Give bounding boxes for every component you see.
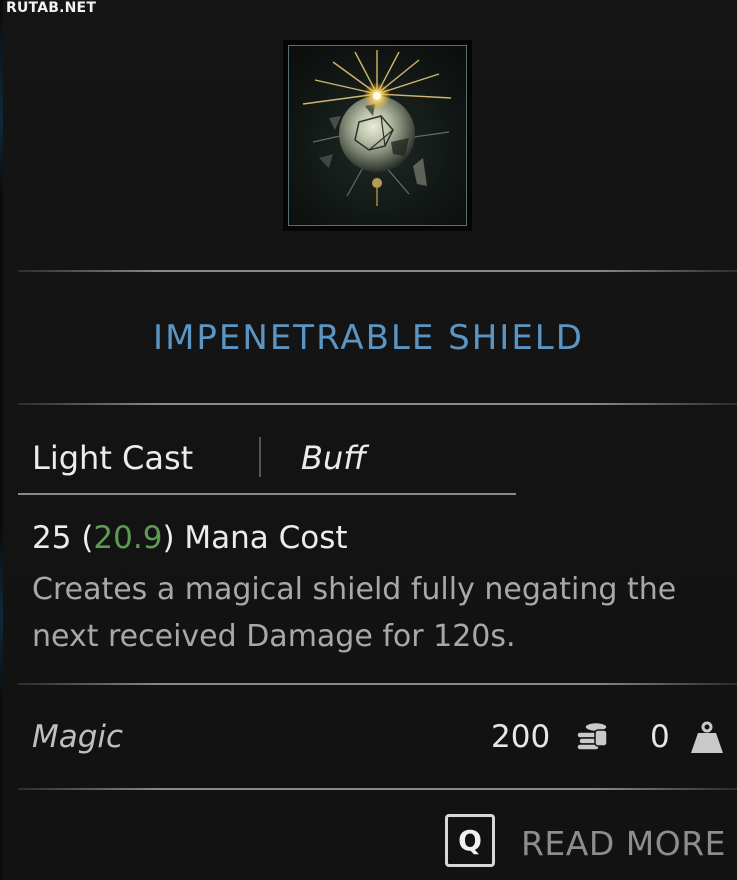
cast-separator [259, 437, 261, 477]
divider-desc [18, 683, 737, 685]
shattering-orb-icon [288, 45, 467, 226]
read-more-button[interactable]: READ MORE [521, 824, 726, 863]
ability-school: Magic [32, 719, 124, 755]
ability-title: IMPENETRABLE SHIELD [153, 318, 584, 358]
mana-label: ) Mana Cost [162, 520, 348, 556]
price-value: 200 [491, 719, 551, 755]
divider-cast [18, 493, 516, 495]
ability-tooltip: RUTAB.NET IMPENETRABLE SHIELD Light Cast… [0, 0, 737, 880]
mana-modified: 20.9 [93, 520, 163, 556]
mana-cost: 25 (20.9) Mana Cost [32, 520, 348, 556]
coins-icon [575, 720, 609, 758]
edge-accent [0, 0, 3, 880]
ability-description: Creates a magical shield fully negating … [32, 572, 677, 654]
watermark: RUTAB.NET [6, 0, 97, 16]
cast-type: Light Cast [32, 439, 194, 477]
weight-icon [690, 721, 724, 759]
ability-category: Buff [301, 439, 367, 477]
ability-icon-frame [283, 40, 472, 231]
mana-base: 25 [32, 520, 72, 556]
read-more-key[interactable]: Q [445, 814, 495, 867]
divider-footer [18, 788, 737, 790]
weight-value: 0 [650, 719, 670, 755]
divider-top [18, 270, 737, 272]
mana-open-paren: ( [81, 520, 94, 556]
divider-title [18, 403, 737, 405]
